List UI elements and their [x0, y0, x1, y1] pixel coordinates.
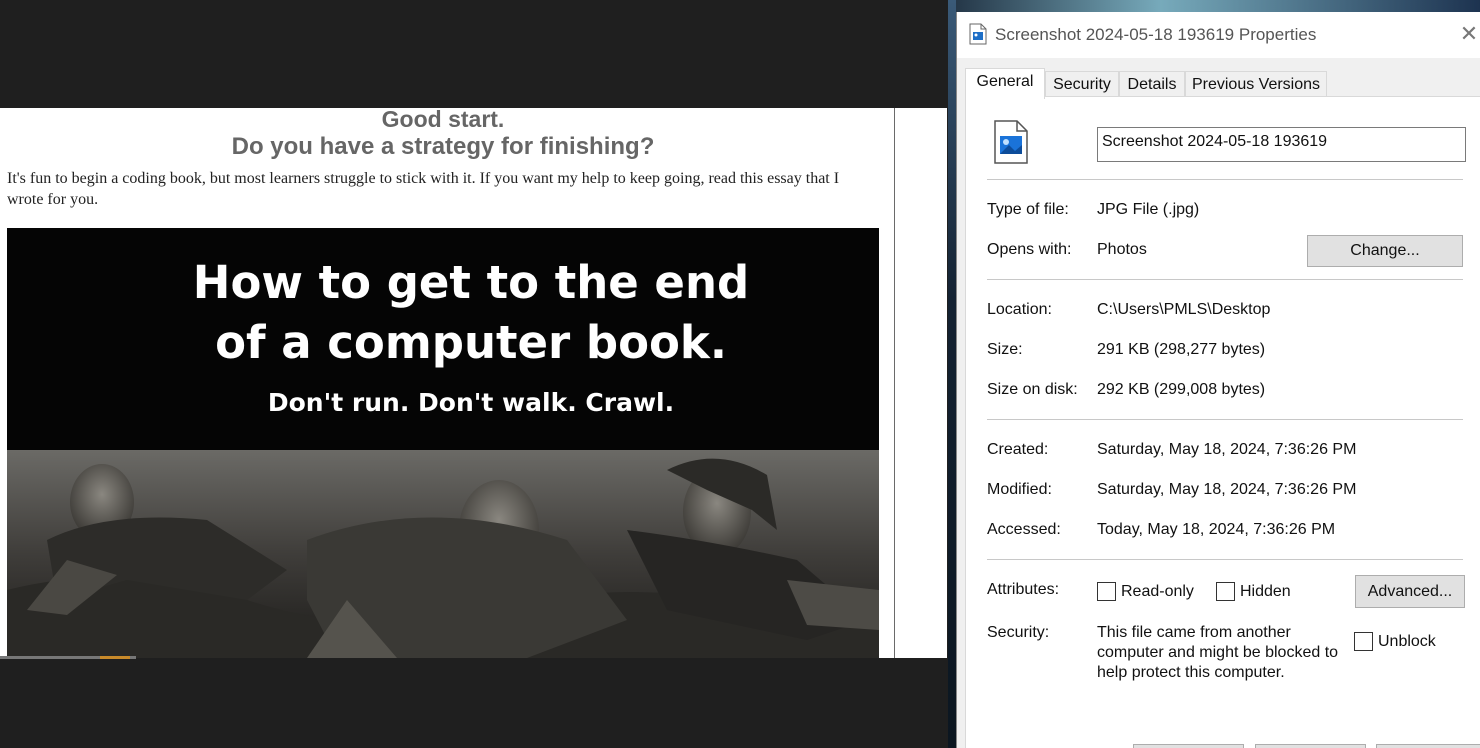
apply-button[interactable]: [1376, 744, 1480, 748]
hidden-label: Hidden: [1240, 583, 1291, 600]
dialog-titlebar[interactable]: Screenshot 2024-05-18 193619 Properties …: [957, 12, 1480, 58]
location-label: Location:: [987, 301, 1052, 318]
hidden-checkbox[interactable]: [1216, 582, 1235, 601]
heading-good-start: Good start.: [381, 108, 505, 132]
close-icon[interactable]: ✕: [1457, 22, 1480, 48]
dialog-title: Screenshot 2024-05-18 193619 Properties: [995, 25, 1317, 44]
separator: [987, 279, 1463, 280]
opens-with-label: Opens with:: [987, 241, 1072, 258]
size-on-disk-value: 292 KB (299,008 bytes): [1097, 381, 1266, 398]
created-label: Created:: [987, 441, 1049, 458]
jpg-file-icon: [993, 119, 1029, 170]
image-viewer: Good start. Do you have a strategy for f…: [0, 0, 948, 748]
book-banner-image: How to get to the end of a computer book…: [7, 228, 879, 658]
page-border-line: [894, 108, 895, 658]
location-value: C:\Users\PMLS\Desktop: [1097, 301, 1271, 318]
desktop-wallpaper-edge: [948, 0, 956, 748]
separator: [987, 419, 1463, 420]
scrollbar-thumb[interactable]: [100, 656, 130, 659]
modified-label: Modified:: [987, 481, 1052, 498]
cancel-button[interactable]: [1255, 744, 1366, 748]
separator: [987, 559, 1463, 560]
heading-strategy: Do you have a strategy for finishing?: [231, 133, 655, 160]
intro-paragraph: It's fun to begin a coding book, but mos…: [7, 170, 840, 208]
banner-title-line1: How to get to the end: [192, 256, 750, 309]
banner-title-line2: of a computer book.: [215, 316, 727, 369]
advanced-button[interactable]: Advanced...: [1355, 575, 1465, 608]
general-panel: Screenshot 2024-05-18 193619 Type of fil…: [965, 96, 1480, 748]
size-label: Size:: [987, 341, 1023, 358]
properties-dialog: Screenshot 2024-05-18 193619 Properties …: [956, 12, 1480, 748]
separator: [987, 179, 1463, 180]
readonly-label: Read-only: [1121, 583, 1194, 600]
readonly-checkbox[interactable]: [1097, 582, 1116, 601]
ok-button[interactable]: [1133, 744, 1244, 748]
tab-security[interactable]: Security: [1045, 71, 1119, 99]
type-value: JPG File (.jpg): [1097, 201, 1200, 218]
file-name-field[interactable]: Screenshot 2024-05-18 193619: [1097, 127, 1466, 162]
unblock-checkbox[interactable]: [1354, 632, 1373, 651]
change-button[interactable]: Change...: [1307, 235, 1463, 267]
accessed-value: Today, May 18, 2024, 7:36:26 PM: [1097, 521, 1336, 538]
created-value: Saturday, May 18, 2024, 7:36:26 PM: [1097, 441, 1357, 458]
tab-previous-versions[interactable]: Previous Versions: [1185, 71, 1327, 99]
modified-value: Saturday, May 18, 2024, 7:36:26 PM: [1097, 481, 1357, 498]
document-image: Good start. Do you have a strategy for f…: [0, 108, 947, 658]
type-label: Type of file:: [987, 201, 1069, 218]
mud-crawl-photo: [7, 450, 879, 658]
tab-details[interactable]: Details: [1119, 71, 1185, 99]
security-label: Security:: [987, 624, 1050, 641]
attributes-label: Attributes:: [987, 581, 1060, 598]
file-icon: [969, 23, 987, 50]
opens-with-value: Photos: [1097, 241, 1147, 258]
banner-subtitle: Don't run. Don't walk. Crawl.: [267, 388, 675, 417]
tab-general[interactable]: General: [965, 68, 1045, 99]
size-value: 291 KB (298,277 bytes): [1097, 341, 1266, 358]
unblock-label: Unblock: [1378, 633, 1436, 650]
size-on-disk-label: Size on disk:: [987, 381, 1078, 398]
accessed-label: Accessed:: [987, 521, 1061, 538]
security-warning-text: This file came from another computer and…: [1097, 624, 1339, 681]
